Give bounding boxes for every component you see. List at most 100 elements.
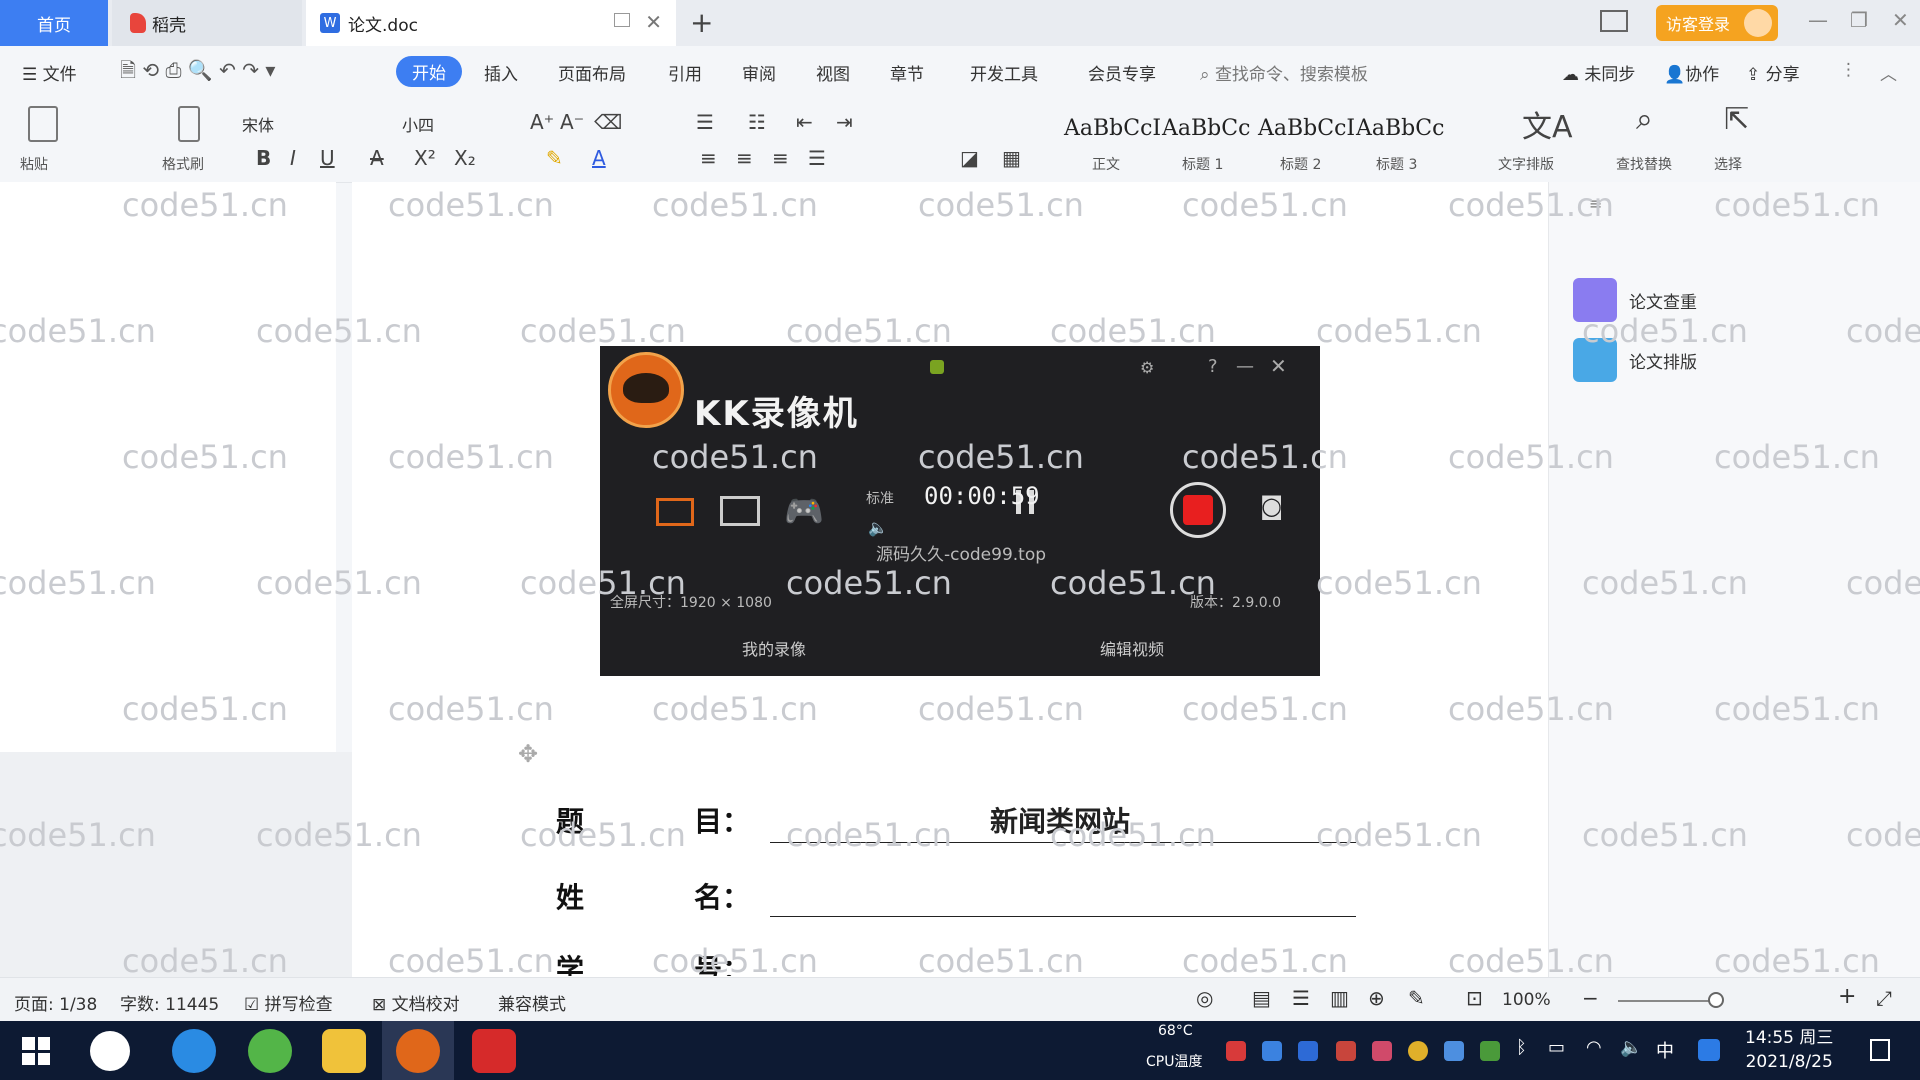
edit-video-button[interactable]: 编辑视频 xyxy=(1100,636,1164,660)
notification-icon[interactable] xyxy=(1870,1039,1890,1061)
text-tools-icon[interactable]: 文A xyxy=(1522,102,1573,146)
indent-decrease-icon[interactable]: ⇤ xyxy=(796,110,813,134)
fan-app-icon[interactable] xyxy=(90,1031,130,1071)
menu-chapter[interactable]: 章节 xyxy=(890,60,924,85)
page-indicator[interactable]: 页面: 1/38 xyxy=(14,990,97,1015)
menu-start[interactable]: 开始 xyxy=(396,56,462,87)
ie-browser-icon[interactable] xyxy=(172,1029,216,1073)
wps-writer-icon[interactable] xyxy=(472,1029,516,1073)
style-h3-preview[interactable]: AaBbCc xyxy=(1356,116,1444,141)
panel-menu-icon[interactable]: ≡ xyxy=(1589,194,1602,213)
share-button[interactable]: ⇪ 分享 xyxy=(1746,60,1800,85)
tray-app-icon-3[interactable] xyxy=(1336,1041,1356,1061)
shrink-font-icon[interactable]: A⁻ xyxy=(560,110,584,134)
subscript-icon[interactable]: X₂ xyxy=(454,146,476,170)
bluetooth-icon[interactable]: ᛒ xyxy=(1516,1037,1527,1058)
input-method-indicator[interactable]: 中 xyxy=(1656,1037,1674,1063)
menu-view[interactable]: 视图 xyxy=(816,60,850,85)
menu-insert[interactable]: 插入 xyxy=(484,60,518,85)
shading-icon[interactable]: ◪ xyxy=(960,146,979,170)
strikethrough-icon[interactable]: A xyxy=(370,146,384,170)
tray-app-icon-6[interactable] xyxy=(1444,1041,1464,1061)
browser-360-icon[interactable] xyxy=(248,1029,292,1073)
visitor-login-button[interactable]: 访客登录 xyxy=(1656,5,1778,41)
zoom-level[interactable]: 100% xyxy=(1502,990,1551,1010)
qq-icon[interactable] xyxy=(1698,1039,1720,1061)
tab-document[interactable]: W 论文.doc ✕ xyxy=(306,0,676,46)
form-title-value[interactable]: 新闻类网站 xyxy=(990,800,1130,840)
tray-app-icon-2[interactable] xyxy=(1262,1041,1282,1061)
highlight-icon[interactable]: ✎ xyxy=(546,146,563,170)
fullscreen-icon[interactable]: ⤢ xyxy=(1876,986,1892,1010)
font-color-icon[interactable]: A xyxy=(592,146,606,170)
menu-file[interactable]: ☰ 文件 xyxy=(22,60,77,85)
tray-app-icon-4[interactable] xyxy=(1372,1041,1392,1061)
nvidia-icon[interactable] xyxy=(1480,1041,1500,1061)
battery-icon[interactable]: ▭ xyxy=(1548,1037,1565,1058)
tray-app-icon-1[interactable] xyxy=(1226,1041,1246,1061)
volume-icon[interactable]: 🔈 xyxy=(1620,1037,1642,1058)
zoom-slider[interactable] xyxy=(1618,1000,1718,1002)
grow-font-icon[interactable]: A⁺ xyxy=(530,110,554,134)
doc-check-button[interactable]: ⊠ 文档校对 xyxy=(372,990,460,1015)
zoom-in-icon[interactable]: + xyxy=(1838,984,1856,1009)
close-window-icon[interactable]: ✕ xyxy=(1892,8,1909,32)
style-h1-preview[interactable]: AaBbCc xyxy=(1162,116,1250,141)
select-cursor-icon[interactable]: ⇱ xyxy=(1724,102,1749,137)
font-family-select[interactable]: 宋体 xyxy=(242,112,274,136)
menu-page-layout[interactable]: 页面布局 xyxy=(558,60,626,85)
paper-layout-item[interactable]: 论文排版 xyxy=(1573,338,1697,382)
align-left-icon[interactable]: ≡ xyxy=(700,146,717,170)
format-painter-icon[interactable] xyxy=(178,106,200,142)
taskbar-clock[interactable]: 14:55 周三 2021/8/25 xyxy=(1745,1026,1833,1074)
fit-page-icon[interactable]: ⊡ xyxy=(1466,986,1483,1010)
menu-review[interactable]: 审阅 xyxy=(742,60,776,85)
wifi-icon[interactable]: ◠ xyxy=(1586,1037,1602,1058)
recorder-settings-icon[interactable]: ⚙ xyxy=(1140,358,1154,377)
find-replace-icon[interactable]: ⌕ xyxy=(1636,102,1653,137)
minimize-icon[interactable]: — xyxy=(1808,8,1828,32)
word-count[interactable]: 字数: 11445 xyxy=(120,990,219,1015)
game-mode-icon[interactable]: 🎮 xyxy=(784,492,824,530)
numbering-icon[interactable]: ☷ xyxy=(748,110,766,134)
layout-icon[interactable] xyxy=(1600,10,1628,32)
file-explorer-icon[interactable] xyxy=(322,1029,366,1073)
paste-icon[interactable] xyxy=(28,106,58,142)
style-h2-preview[interactable]: AaBbCcI xyxy=(1258,116,1355,141)
bullets-icon[interactable]: ☰ xyxy=(696,110,714,134)
font-size-select[interactable]: 小四 xyxy=(402,112,434,136)
close-tab-icon[interactable]: ✕ xyxy=(645,10,662,34)
windows-start-icon[interactable] xyxy=(22,1037,50,1065)
underline-icon[interactable]: U xyxy=(320,146,335,170)
outline-view-icon[interactable]: ☰ xyxy=(1292,986,1310,1010)
align-right-icon[interactable]: ≡ xyxy=(772,146,789,170)
italic-icon[interactable]: I xyxy=(290,146,296,170)
new-tab-button[interactable]: + xyxy=(690,6,713,39)
reading-view-icon[interactable]: ▥ xyxy=(1330,986,1349,1010)
stop-record-button[interactable] xyxy=(1170,482,1226,538)
command-search[interactable]: ⌕ 查找命令、搜索模板 xyxy=(1200,60,1368,85)
tab-home[interactable]: 首页 xyxy=(0,0,108,46)
tab-daoke[interactable]: 稻壳 xyxy=(112,0,302,46)
shield-icon[interactable] xyxy=(1298,1041,1318,1061)
more-icon[interactable]: ⋮ xyxy=(1840,60,1857,80)
region-mode-icon[interactable] xyxy=(720,496,760,526)
recorder-minimize-icon[interactable]: — xyxy=(1236,356,1254,377)
style-normal-preview[interactable]: AaBbCcI xyxy=(1064,116,1161,141)
menu-developer[interactable]: 开发工具 xyxy=(970,60,1038,85)
recorder-help-icon[interactable]: ? xyxy=(1208,356,1218,377)
eye-protection-icon[interactable]: ◎ xyxy=(1196,986,1213,1010)
recorder-close-icon[interactable]: ✕ xyxy=(1270,354,1287,378)
table-move-handle-icon[interactable]: ✥ xyxy=(518,740,538,768)
clear-format-icon[interactable]: ⌫ xyxy=(594,110,622,134)
restore-icon[interactable]: ❐ xyxy=(1850,8,1868,32)
indent-increase-icon[interactable]: ⇥ xyxy=(836,110,853,134)
menu-member[interactable]: 会员专享 xyxy=(1088,60,1156,85)
borders-icon[interactable]: ▦ xyxy=(1002,146,1021,170)
paper-check-item[interactable]: 论文查重 xyxy=(1573,278,1697,322)
web-view-icon[interactable]: ⊕ xyxy=(1368,986,1385,1010)
collapse-ribbon-icon[interactable]: ︿ xyxy=(1880,60,1897,85)
window-pin-icon[interactable] xyxy=(614,13,630,27)
quick-access-icons[interactable]: 🗎 ⟲ ⎙ 🔍 ↶ ↷ ▾ xyxy=(120,56,275,90)
page-view-icon[interactable]: ▤ xyxy=(1252,986,1271,1010)
